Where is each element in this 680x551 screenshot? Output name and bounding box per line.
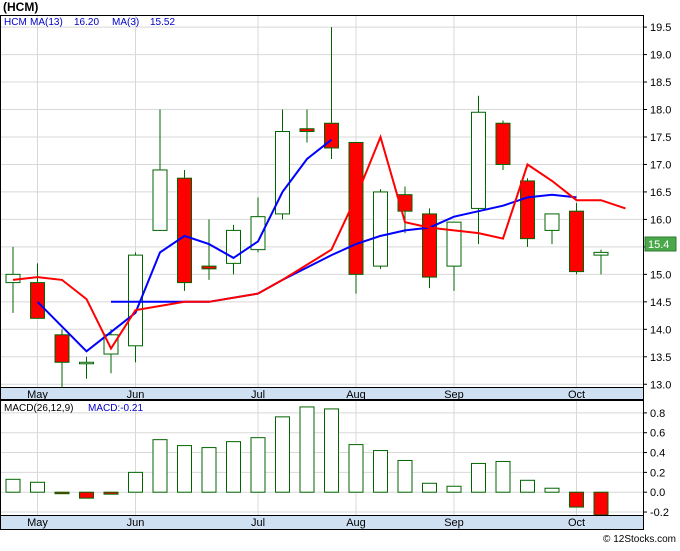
- macd-bar: [422, 482, 437, 493]
- candle-body: [299, 128, 315, 132]
- macd-bar: [373, 450, 388, 493]
- macd-bar: [201, 447, 217, 493]
- macd-x-axis: May Jun Jul Aug Sep Oct: [0, 515, 644, 530]
- macd-bar: [79, 491, 94, 499]
- candle-body: [446, 221, 462, 267]
- macd-y-tick-label: 0.2: [650, 467, 665, 479]
- price-legend-item: MA(13): [30, 17, 63, 28]
- macd-bar: [177, 445, 192, 493]
- candle-body: [520, 180, 535, 240]
- candle-body: [79, 361, 94, 365]
- price-y-tick-label: 13.5: [650, 352, 671, 364]
- candle-body: [471, 111, 486, 209]
- price-x-tick-label: Jun: [127, 389, 145, 401]
- watermark: © 12Stocks.com: [603, 534, 676, 545]
- macd-bar: [520, 479, 535, 493]
- macd-x-tick-label: Jul: [251, 517, 265, 529]
- macd-y-axis: -0.2 0.0 0.2 0.4 0.6 0.8: [643, 408, 669, 519]
- macd-y-tick-label: 0.8: [650, 408, 665, 420]
- price-x-tick-label: Jul: [251, 389, 265, 401]
- macd-y-tick-label: 0.4: [650, 448, 665, 460]
- macd-bar: [226, 441, 241, 493]
- price-x-tick-label: May: [27, 389, 48, 401]
- macd-bar: [54, 491, 70, 495]
- macd-x-tick-label: Aug: [346, 517, 366, 529]
- macd-bar: [397, 459, 413, 493]
- macd-bar: [446, 485, 462, 493]
- price-legend-item: 16.20: [74, 17, 99, 28]
- macd-x-tick-label: May: [27, 517, 48, 529]
- candle-body: [569, 210, 584, 273]
- macd-bar: [471, 462, 486, 493]
- price-x-tick-label: Oct: [568, 389, 585, 401]
- price-panel: 13.013.514.014.515.015.516.016.517.017.5…: [0, 15, 677, 391]
- macd-bar: [30, 481, 45, 493]
- price-y-axis: 13.013.514.014.515.015.516.016.517.017.5…: [643, 22, 671, 391]
- stock-chart: (HCM) 13.013.514.014.515.015.516.016.517…: [0, 0, 677, 545]
- macd-x-tick-label: Oct: [568, 517, 585, 529]
- macd-x-tick-label: Sep: [444, 517, 464, 529]
- macd-bar: [152, 439, 168, 493]
- price-y-tick-label: 14.0: [650, 324, 671, 336]
- macd-y-tick-label: -0.2: [650, 507, 669, 519]
- macd-bar: [593, 491, 609, 516]
- price-y-tick-label: 19.5: [650, 22, 671, 34]
- price-x-axis: May Jun Jul Aug Sep Oct: [0, 387, 644, 401]
- candle-body: [495, 122, 511, 165]
- price-legend-item: HCM: [4, 17, 27, 28]
- price-x-tick-label: Aug: [346, 389, 366, 401]
- macd-legend-item: MACD(26,12,9): [4, 403, 73, 414]
- price-y-tick-label: 14.5: [650, 297, 671, 309]
- price-x-axis-band: [0, 387, 644, 400]
- chart-title: (HCM): [3, 0, 38, 14]
- macd-bar: [299, 406, 315, 493]
- macd-x-axis-band: [0, 515, 644, 530]
- macd-legend-item: MACD:-0.21: [88, 403, 143, 414]
- last-price-text: 15.4: [648, 239, 669, 251]
- macd-bar: [128, 471, 143, 493]
- candle-body: [54, 334, 70, 363]
- price-y-tick-label: 13.0: [650, 379, 671, 391]
- candle-body: [373, 191, 388, 267]
- macd-panel: -0.2 0.0 0.2 0.4 0.6 0.8 MACD(26,12,9) MACD:-0…: [0, 400, 669, 519]
- price-plot-background: [0, 15, 643, 387]
- price-legend: HCM MA(13) 16.20 MA(3) 15.52: [4, 17, 175, 28]
- price-legend-item: MA(3): [112, 17, 139, 28]
- price-y-tick-label: 18.5: [650, 77, 671, 89]
- candle-body: [422, 213, 437, 278]
- macd-bar: [5, 478, 21, 493]
- price-y-tick-label: 15.0: [650, 269, 671, 281]
- macd-plot-background: [0, 400, 643, 515]
- macd-y-tick-label: 0.0: [650, 487, 665, 499]
- macd-x-tick-label: Jun: [127, 517, 145, 529]
- candle-body: [593, 251, 609, 256]
- price-x-tick-label: Sep: [444, 389, 464, 401]
- macd-bar: [275, 416, 290, 493]
- macd-bar: [324, 408, 339, 493]
- price-y-tick-label: 19.0: [650, 50, 671, 62]
- last-price-label: 15.4: [644, 236, 677, 252]
- macd-bar: [250, 437, 266, 493]
- price-y-tick-label: 16.0: [650, 214, 671, 226]
- candle-body: [177, 177, 192, 284]
- price-legend-item: 15.52: [150, 17, 175, 28]
- macd-bar: [103, 491, 119, 495]
- macd-bar: [495, 460, 511, 493]
- candle-body: [201, 265, 217, 270]
- candle-body: [30, 282, 45, 319]
- macd-bar: [569, 491, 584, 508]
- macd-bar: [544, 487, 560, 493]
- price-y-tick-label: 17.5: [650, 132, 671, 144]
- macd-y-tick-label: 0.6: [650, 428, 665, 440]
- candle-body: [544, 213, 560, 231]
- price-y-tick-label: 18.0: [650, 105, 671, 117]
- candle-body: [152, 169, 168, 231]
- price-y-tick-label: 17.0: [650, 159, 671, 171]
- macd-bar: [348, 444, 364, 493]
- price-y-tick-label: 16.5: [650, 187, 671, 199]
